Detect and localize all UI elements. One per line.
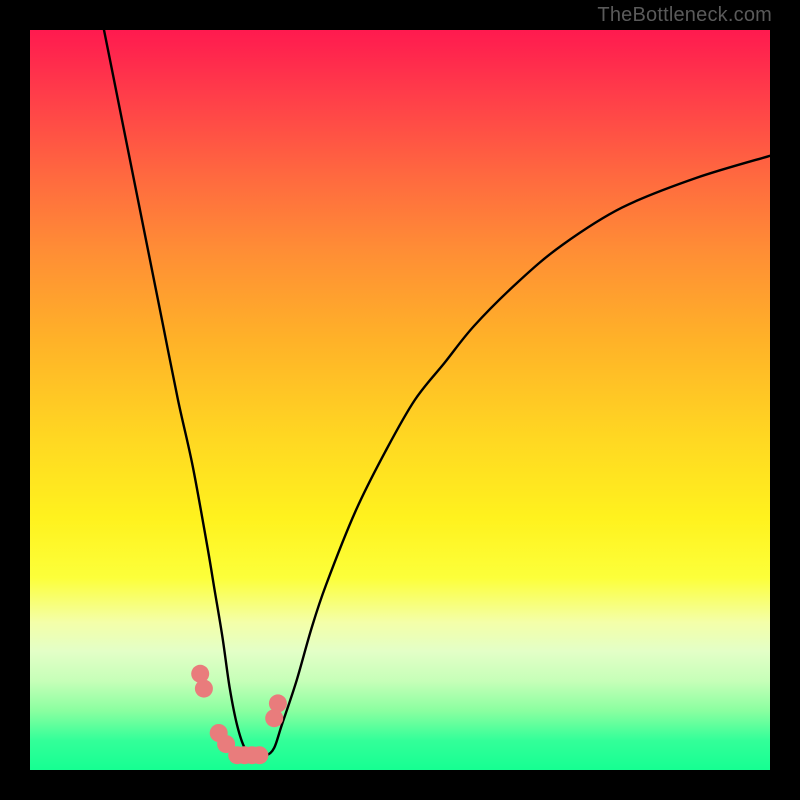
plot-area — [30, 30, 770, 770]
frame-bottom — [0, 770, 800, 800]
marker-dot — [195, 680, 213, 698]
frame-right — [770, 0, 800, 800]
marker-dot — [269, 694, 287, 712]
marker-dot — [250, 746, 268, 764]
curve-path — [104, 30, 770, 756]
frame-left — [0, 0, 30, 800]
watermark-text: TheBottleneck.com — [597, 4, 772, 27]
chart-svg — [30, 30, 770, 770]
